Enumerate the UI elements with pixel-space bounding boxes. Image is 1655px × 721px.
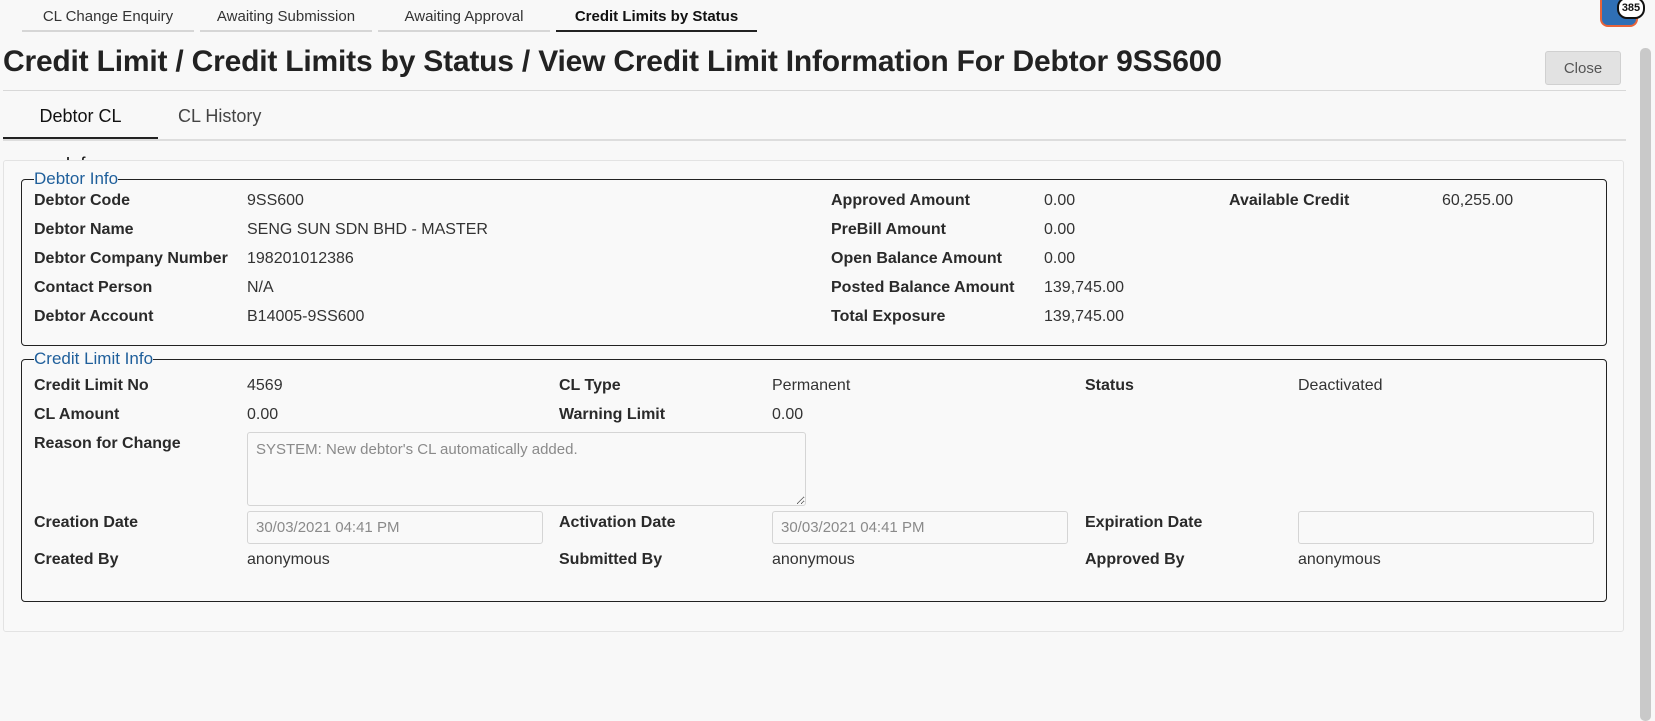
tab-cl-change-enquiry[interactable]: CL Change Enquiry xyxy=(22,0,194,32)
reason-label: Reason for Change xyxy=(34,435,181,452)
submitted-by-value: anonymous xyxy=(772,551,855,568)
company-number-label: Debtor Company Number xyxy=(34,250,228,267)
open-balance-label: Open Balance Amount xyxy=(831,250,1002,267)
posted-balance-value: 139,745.00 xyxy=(1044,279,1125,296)
title-divider xyxy=(3,90,1626,91)
submitted-by-label: Submitted By xyxy=(559,551,663,568)
debtor-name-label: Debtor Name xyxy=(34,221,134,238)
contact-person-label: Contact Person xyxy=(34,279,153,296)
warning-limit-label: Warning Limit xyxy=(559,406,666,423)
creation-date-field[interactable] xyxy=(247,511,543,544)
debtor-account-label: Debtor Account xyxy=(34,308,154,325)
total-exposure-value: 139,745.00 xyxy=(1044,308,1125,325)
expiration-date-label: Expiration Date xyxy=(1085,514,1203,531)
page-title: Credit Limit / Credit Limits by Status /… xyxy=(3,45,1222,78)
created-by-value: anonymous xyxy=(247,551,330,568)
warning-limit-value: 0.00 xyxy=(772,406,804,423)
tab-awaiting-approval[interactable]: Awaiting Approval xyxy=(378,0,550,32)
contact-person-value: N/A xyxy=(247,279,274,296)
open-balance-value: 0.00 xyxy=(1044,250,1076,267)
notification-count-badge: 385 xyxy=(1617,0,1645,19)
sub-tab-bar: Debtor CL Info CL History xyxy=(3,92,281,174)
tab-credit-limits-by-status[interactable]: Credit Limits by Status xyxy=(556,0,757,32)
created-by-label: Created By xyxy=(34,551,119,568)
activation-date-field[interactable] xyxy=(772,511,1068,544)
debtor-account-value: B14005-9SS600 xyxy=(247,308,365,325)
reason-for-change-textarea[interactable]: SYSTEM: New debtor's CL automatically ad… xyxy=(247,432,806,506)
approved-amount-label: Approved Amount xyxy=(831,192,970,209)
debtor-code-label: Debtor Code xyxy=(34,192,130,209)
approved-by-label: Approved By xyxy=(1085,551,1185,568)
status-value: Deactivated xyxy=(1298,377,1383,394)
prebill-amount-value: 0.00 xyxy=(1044,221,1076,238)
creation-date-label: Creation Date xyxy=(34,514,139,531)
tab-debtor-cl-info[interactable]: Debtor CL Info xyxy=(3,92,158,174)
debtor-name-value: SENG SUN SDN BHD - MASTER xyxy=(247,221,488,238)
cl-no-label: Credit Limit No xyxy=(34,377,149,394)
available-credit-label: Available Credit xyxy=(1229,192,1350,209)
cl-type-value: Permanent xyxy=(772,377,851,394)
activation-date-label: Activation Date xyxy=(559,514,676,531)
top-tab-bar: CL Change Enquiry Awaiting Submission Aw… xyxy=(22,0,757,34)
tab-awaiting-submission[interactable]: Awaiting Submission xyxy=(200,0,372,32)
close-button[interactable]: Close xyxy=(1545,51,1621,85)
cl-type-label: CL Type xyxy=(559,377,621,394)
sub-tab-divider xyxy=(3,139,1626,141)
debtor-code-value: 9SS600 xyxy=(247,192,304,209)
total-exposure-label: Total Exposure xyxy=(831,308,946,325)
prebill-amount-label: PreBill Amount xyxy=(831,221,946,238)
tab-cl-history[interactable]: CL History xyxy=(158,92,281,140)
posted-balance-label: Posted Balance Amount xyxy=(831,279,1015,296)
cl-amount-value: 0.00 xyxy=(247,406,279,423)
available-credit-value: 60,255.00 xyxy=(1442,192,1514,209)
cl-no-value: 4569 xyxy=(247,377,283,394)
status-label: Status xyxy=(1085,377,1134,394)
expiration-date-field[interactable] xyxy=(1298,511,1594,544)
cl-amount-label: CL Amount xyxy=(34,406,120,423)
company-number-value: 198201012386 xyxy=(247,250,354,267)
debtor-info-legend: Debtor Info xyxy=(34,169,119,188)
approved-amount-value: 0.00 xyxy=(1044,192,1076,209)
credit-limit-info-legend: Credit Limit Info xyxy=(34,349,154,368)
approved-by-value: anonymous xyxy=(1298,551,1381,568)
page-scrollbar[interactable] xyxy=(1640,48,1651,721)
